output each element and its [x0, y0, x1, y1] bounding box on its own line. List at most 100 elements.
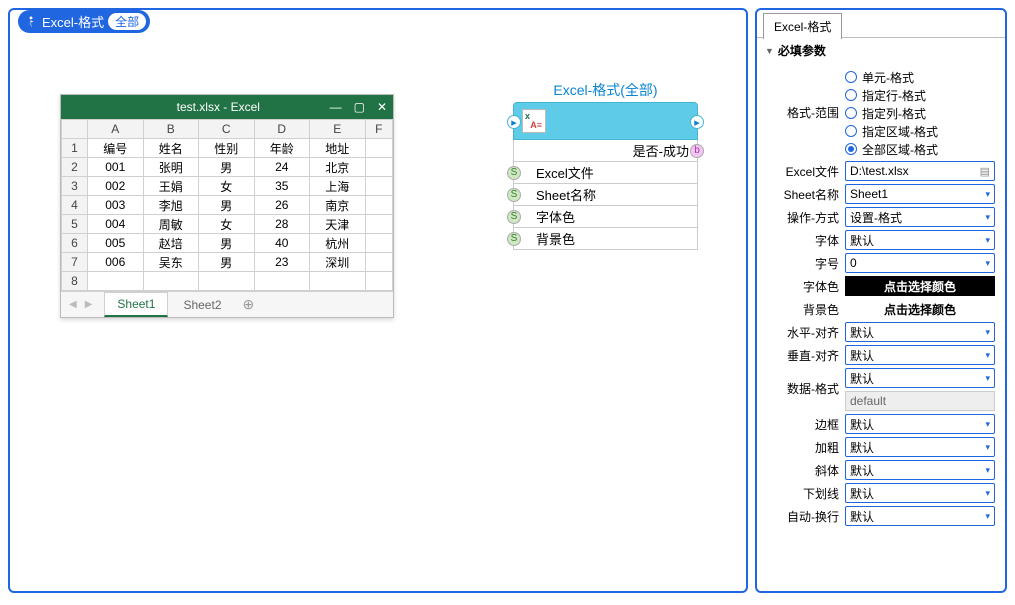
- cell[interactable]: 女: [199, 177, 255, 196]
- row-header[interactable]: 2: [62, 158, 88, 177]
- sheet-tab-2[interactable]: Sheet2: [170, 293, 234, 316]
- excel-grid[interactable]: ABCDEF 1编号姓名性别年龄地址2001张明男24北京3002王娟女35上海…: [61, 119, 393, 291]
- select-font[interactable]: 默认▾: [845, 230, 995, 250]
- cell[interactable]: 004: [88, 215, 144, 234]
- cell[interactable]: 001: [88, 158, 144, 177]
- radio-range-option[interactable]: 单元-格式: [845, 68, 995, 86]
- cell[interactable]: 赵培: [143, 234, 199, 253]
- cell[interactable]: [310, 272, 366, 291]
- radio-range-option[interactable]: 指定行-格式: [845, 86, 995, 104]
- cell[interactable]: [365, 196, 393, 215]
- cell[interactable]: [365, 253, 393, 272]
- cell[interactable]: 张明: [143, 158, 199, 177]
- select-wrap[interactable]: 默认▾: [845, 506, 995, 526]
- cell[interactable]: 002: [88, 177, 144, 196]
- radio-range-option[interactable]: 指定列-格式: [845, 104, 995, 122]
- add-sheet-icon[interactable]: ⊕: [243, 296, 255, 313]
- cell[interactable]: 吴东: [143, 253, 199, 272]
- cell[interactable]: [199, 272, 255, 291]
- select-border[interactable]: 默认▾: [845, 414, 995, 434]
- input-excel-file[interactable]: D:\test.xlsx ▤: [845, 161, 995, 181]
- cell[interactable]: 王娟: [143, 177, 199, 196]
- node-input-port[interactable]: S: [507, 232, 521, 246]
- cell[interactable]: [365, 177, 393, 196]
- cell[interactable]: 23: [254, 253, 310, 272]
- cell[interactable]: 北京: [310, 158, 366, 177]
- node-exec-in-port[interactable]: ▸: [507, 115, 521, 129]
- select-italic[interactable]: 默认▾: [845, 460, 995, 480]
- row-header[interactable]: 8: [62, 272, 88, 291]
- cell[interactable]: 003: [88, 196, 144, 215]
- tab-prev-icon[interactable]: ◀: [69, 299, 77, 310]
- select-sheet[interactable]: Sheet1▾: [845, 184, 995, 204]
- btn-font-color[interactable]: 点击选择颜色: [845, 276, 995, 296]
- col-header[interactable]: A: [88, 120, 144, 139]
- row-header[interactable]: 4: [62, 196, 88, 215]
- cell[interactable]: 26: [254, 196, 310, 215]
- cell[interactable]: 杭州: [310, 234, 366, 253]
- cell[interactable]: 地址: [310, 139, 366, 158]
- cell[interactable]: 年龄: [254, 139, 310, 158]
- btn-bg-color[interactable]: 点击选择颜色: [845, 299, 995, 319]
- col-header[interactable]: [62, 120, 88, 139]
- row-header[interactable]: 7: [62, 253, 88, 272]
- cell[interactable]: 天津: [310, 215, 366, 234]
- col-header[interactable]: B: [143, 120, 199, 139]
- radio-range-option[interactable]: 全部区域-格式: [845, 140, 995, 158]
- col-header[interactable]: D: [254, 120, 310, 139]
- row-header[interactable]: 3: [62, 177, 88, 196]
- tab-next-icon[interactable]: ▶: [85, 299, 93, 310]
- cell[interactable]: 女: [199, 215, 255, 234]
- cell[interactable]: 李旭: [143, 196, 199, 215]
- close-icon[interactable]: ✕: [377, 100, 387, 114]
- row-header[interactable]: 5: [62, 215, 88, 234]
- cell[interactable]: [365, 139, 393, 158]
- select-h-align[interactable]: 默认▾: [845, 322, 995, 342]
- row-header[interactable]: 1: [62, 139, 88, 158]
- file-browse-icon[interactable]: ▤: [980, 165, 990, 178]
- section-header[interactable]: ▼ 必填参数: [757, 38, 1005, 63]
- select-font-size[interactable]: 0▾: [845, 253, 995, 273]
- panel-tab[interactable]: Excel-格式: [763, 13, 842, 39]
- cell[interactable]: 上海: [310, 177, 366, 196]
- select-v-align[interactable]: 默认▾: [845, 345, 995, 365]
- cell[interactable]: [88, 272, 144, 291]
- cell[interactable]: 编号: [88, 139, 144, 158]
- cell[interactable]: 40: [254, 234, 310, 253]
- cell[interactable]: [254, 272, 310, 291]
- cell[interactable]: 28: [254, 215, 310, 234]
- maximize-icon[interactable]: ▢: [354, 100, 365, 114]
- node-exec-out-port[interactable]: ▸: [690, 115, 704, 129]
- col-header[interactable]: F: [365, 120, 393, 139]
- select-underline[interactable]: 默认▾: [845, 483, 995, 503]
- cell[interactable]: 男: [199, 196, 255, 215]
- cell[interactable]: 006: [88, 253, 144, 272]
- cell[interactable]: 南京: [310, 196, 366, 215]
- cell[interactable]: [365, 272, 393, 291]
- node-input-port[interactable]: S: [507, 188, 521, 202]
- cell[interactable]: 男: [199, 158, 255, 177]
- cell[interactable]: 005: [88, 234, 144, 253]
- sheet-tab-1[interactable]: Sheet1: [104, 292, 168, 317]
- cell[interactable]: 周敏: [143, 215, 199, 234]
- col-header[interactable]: E: [310, 120, 366, 139]
- cell[interactable]: 男: [199, 234, 255, 253]
- select-op-mode[interactable]: 设置-格式▾: [845, 207, 995, 227]
- data-fmt-sub[interactable]: default: [845, 391, 995, 411]
- minimize-icon[interactable]: —: [330, 100, 342, 114]
- flow-node[interactable]: Excel-格式(全部) ▸ A≡ ▸ 是否-成功 b SExcel文件SShe…: [513, 80, 698, 250]
- node-input-port[interactable]: S: [507, 210, 521, 224]
- cell[interactable]: 24: [254, 158, 310, 177]
- cell[interactable]: 深圳: [310, 253, 366, 272]
- col-header[interactable]: C: [199, 120, 255, 139]
- select-data-fmt[interactable]: 默认▾: [845, 368, 995, 388]
- node-input-port[interactable]: S: [507, 166, 521, 180]
- cell[interactable]: [365, 234, 393, 253]
- row-header[interactable]: 6: [62, 234, 88, 253]
- cell[interactable]: [365, 158, 393, 177]
- cell[interactable]: 男: [199, 253, 255, 272]
- cell[interactable]: [365, 215, 393, 234]
- select-bold[interactable]: 默认▾: [845, 437, 995, 457]
- cell[interactable]: 姓名: [143, 139, 199, 158]
- cell[interactable]: [143, 272, 199, 291]
